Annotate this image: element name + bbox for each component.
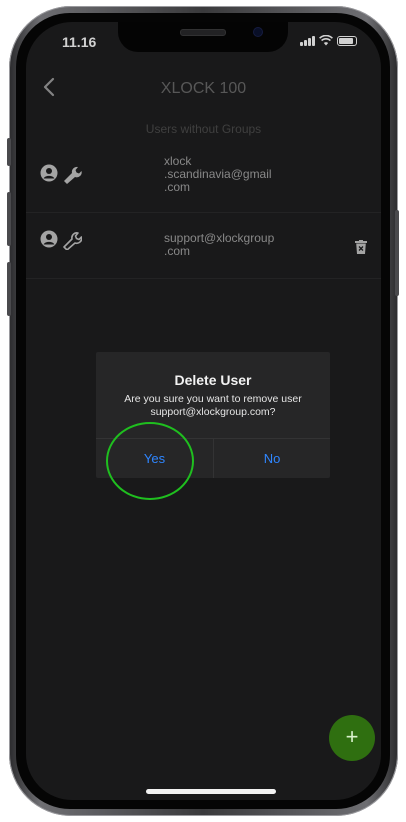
highlight-circle <box>106 422 194 500</box>
screen: 11.16 XLOCK 100 Users without Groups xlo… <box>26 22 381 800</box>
home-indicator[interactable] <box>146 789 276 794</box>
mute-switch <box>7 138 11 166</box>
add-user-button[interactable]: + <box>329 715 375 761</box>
dialog-title: Delete User <box>174 372 252 388</box>
dialog-message: Are you sure you want to remove user sup… <box>124 393 302 418</box>
no-button[interactable]: No <box>214 439 330 478</box>
side-button <box>395 210 399 296</box>
volume-down-button <box>7 262 11 316</box>
volume-up-button <box>7 192 11 246</box>
